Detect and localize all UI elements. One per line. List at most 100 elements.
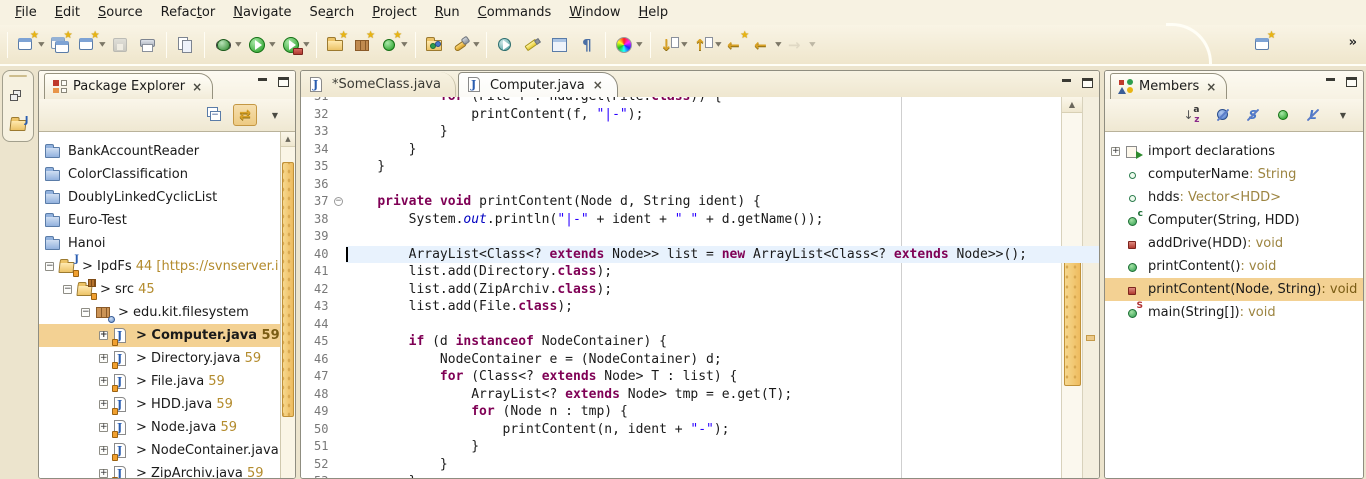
code-line-43[interactable]: 43 list.add(File.class); <box>301 298 1099 316</box>
tree-item-src[interactable]: −> src 45 <box>39 278 295 301</box>
code-line-49[interactable]: 49 for (Node n : tmp) { <box>301 403 1099 421</box>
line-number[interactable]: 38 <box>301 211 334 229</box>
minimize-icon[interactable] <box>1062 79 1073 88</box>
code-line-41[interactable]: 41 list.add(Directory.class); <box>301 263 1099 281</box>
tree-item-colorclassification[interactable]: ColorClassification <box>39 163 295 186</box>
menu-item-navigate[interactable]: Navigate <box>224 2 300 23</box>
collapse-all-button[interactable]: − <box>203 104 227 126</box>
show-whitespace-button[interactable]: ¶ <box>574 32 599 58</box>
sort-button[interactable]: az↓ <box>1181 104 1205 126</box>
tree-scrollbar-thumb[interactable] <box>282 162 294 417</box>
dropdown-arrow-icon[interactable]: ▼ <box>715 41 721 48</box>
maximize-icon[interactable] <box>278 77 289 87</box>
code-line-53[interactable]: 53 } <box>301 473 1099 478</box>
line-number[interactable]: 41 <box>301 263 334 281</box>
tree-item-computer-java[interactable]: +J> Computer.java 59 <box>39 324 295 347</box>
save-all-button[interactable] <box>173 32 198 58</box>
dropdown-arrow-icon[interactable]: ▼ <box>473 41 479 48</box>
tree-item-hanoi[interactable]: Hanoi <box>39 232 295 255</box>
line-number[interactable]: 39 <box>301 228 334 246</box>
member-item-computer-string-hdd[interactable]: cComputer(String, HDD) <box>1105 209 1363 232</box>
tree-item-euro-test[interactable]: Euro-Test <box>39 209 295 232</box>
code-line-44[interactable]: 44 <box>301 316 1099 334</box>
code-line-37[interactable]: 37− private void printContent(Node d, St… <box>301 193 1099 211</box>
tree-item-edu-kit-filesystem[interactable]: −> edu.kit.filesystem <box>39 301 295 324</box>
code-line-46[interactable]: 46 NodeContainer e = (NodeContainer) d; <box>301 351 1099 369</box>
expander-plus-icon[interactable]: + <box>99 469 108 478</box>
open-perspective-button[interactable] <box>1251 32 1276 58</box>
member-item-printcontent-node-string[interactable]: printContent(Node, String) : void <box>1105 278 1363 301</box>
minimize-icon[interactable] <box>258 78 269 87</box>
highlighter-button[interactable] <box>520 32 545 58</box>
code-line-42[interactable]: 42 list.add(ZipArchiv.class); <box>301 281 1099 299</box>
next-annotation-button[interactable]: ↓▼ <box>657 32 689 58</box>
code-line-36[interactable]: 36 <box>301 176 1099 194</box>
run-button[interactable]: ▼ <box>245 32 277 58</box>
editor-tab-computer-java[interactable]: JComputer.java× <box>458 72 618 97</box>
close-icon[interactable]: × <box>593 78 603 92</box>
tree-item-file-java[interactable]: +J> File.java 59 <box>39 370 295 393</box>
line-number[interactable]: 45 <box>301 333 334 351</box>
tree-item-ziparchiv-java[interactable]: +J> ZipArchiv.java 59 <box>39 462 295 479</box>
code-line-32[interactable]: 32 printContent(f, "|-"); <box>301 106 1099 124</box>
menu-item-run[interactable]: Run <box>426 2 469 23</box>
maximize-icon[interactable] <box>1082 78 1093 88</box>
expander-minus-icon[interactable]: − <box>45 262 54 271</box>
new-window-button[interactable] <box>48 32 73 58</box>
code-line-48[interactable]: 48 ArrayList<? extends Node> tmp = e.get… <box>301 386 1099 404</box>
view-menu-button[interactable]: ▼ <box>263 104 287 126</box>
toolbar-overflow-chevron[interactable]: » <box>1349 35 1356 50</box>
menu-item-search[interactable]: Search <box>301 2 364 23</box>
line-number[interactable]: 40 <box>301 246 334 264</box>
new-java-project-button[interactable] <box>323 32 348 58</box>
new-wizard-button[interactable]: ▼ <box>14 32 46 58</box>
line-number[interactable]: 44 <box>301 316 334 334</box>
code-line-35[interactable]: 35 } <box>301 158 1099 176</box>
new-java-package-button[interactable] <box>350 32 375 58</box>
dropdown-arrow-icon[interactable]: ▼ <box>38 41 44 48</box>
line-number[interactable]: 36 <box>301 176 334 194</box>
open-java-perspective-icon[interactable]: J <box>8 115 29 135</box>
code-line-31[interactable]: 31 for (File f : hdd.get(File.class)) { <box>301 97 1099 106</box>
menu-item-help[interactable]: Help <box>630 2 678 23</box>
line-number[interactable]: 49 <box>301 403 334 421</box>
code-lines[interactable]: 31 for (File f : hdd.get(File.class)) {3… <box>301 97 1099 478</box>
members-list[interactable]: +import declarationscomputerName : Strin… <box>1105 132 1363 479</box>
line-number[interactable]: 46 <box>301 351 334 369</box>
minimize-icon[interactable] <box>1326 78 1337 87</box>
member-item-hdds[interactable]: hdds : Vector<HDD> <box>1105 186 1363 209</box>
code-line-38[interactable]: 38 System.out.println("|-" + ident + " "… <box>301 211 1099 229</box>
previous-annotation-button[interactable]: ↑▼ <box>691 32 723 58</box>
tree-item-nodecontainer-java[interactable]: +J> NodeContainer.java 59 <box>39 439 295 462</box>
tree-item-directory-java[interactable]: +J> Directory.java 59 <box>39 347 295 370</box>
hide-static-button[interactable]: S <box>1241 104 1265 126</box>
code-line-33[interactable]: 33 } <box>301 123 1099 141</box>
line-number[interactable]: 32 <box>301 106 334 124</box>
color-palette-button[interactable]: ▼ <box>612 32 644 58</box>
restore-view-icon[interactable] <box>8 87 29 107</box>
line-number[interactable]: 51 <box>301 438 334 456</box>
hide-local-types-button[interactable]: L <box>1301 104 1325 126</box>
scroll-up-icon[interactable]: ▲ <box>281 132 295 147</box>
menu-item-commands[interactable]: Commands <box>469 2 561 23</box>
open-type-button[interactable] <box>422 32 447 58</box>
print-button[interactable] <box>135 32 160 58</box>
dropdown-arrow-icon[interactable]: ▼ <box>99 41 105 48</box>
last-edit-location-button[interactable]: ← <box>724 32 749 58</box>
line-number[interactable]: 47 <box>301 368 334 386</box>
code-line-39[interactable]: 39 <box>301 228 1099 246</box>
fold-minus-icon[interactable]: − <box>334 197 343 206</box>
external-tools-button[interactable]: ▼ <box>279 32 311 58</box>
code-line-45[interactable]: 45 if (d instanceof NodeContainer) { <box>301 333 1099 351</box>
members-title-tab[interactable]: Members × <box>1110 73 1227 99</box>
tree-item-doublylinkedcycliclist[interactable]: DoublyLinkedCyclicList <box>39 186 295 209</box>
expander-plus-icon[interactable]: + <box>99 446 108 455</box>
code-line-40[interactable]: 40 ArrayList<Class<? extends Node>> list… <box>301 246 1099 264</box>
close-icon[interactable]: × <box>1206 80 1216 94</box>
expander-plus-icon[interactable]: + <box>99 423 108 432</box>
fast-view-handle[interactable] <box>9 75 27 77</box>
member-item-adddrive-hdd[interactable]: addDrive(HDD) : void <box>1105 232 1363 255</box>
hide-fields-button[interactable] <box>1211 104 1235 126</box>
menu-item-source[interactable]: Source <box>89 2 152 23</box>
code-line-51[interactable]: 51 } <box>301 438 1099 456</box>
